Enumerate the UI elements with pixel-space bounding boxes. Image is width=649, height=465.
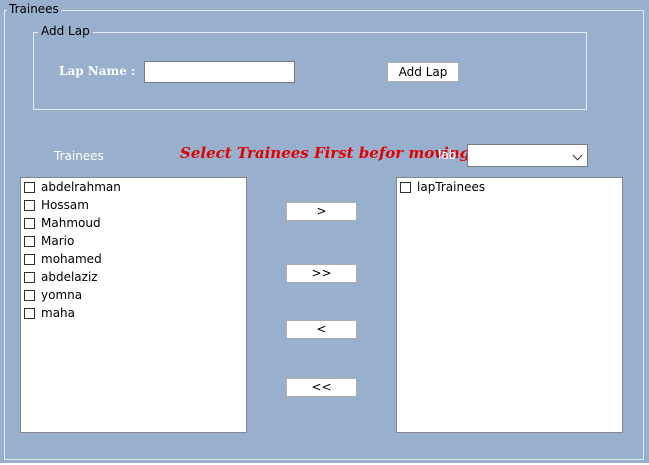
trainees-checklist[interactable]: abdelrahman Hossam Mahmoud Mario mohamed… (20, 177, 247, 433)
list-item[interactable]: Mario (23, 232, 74, 250)
list-item[interactable]: lapTrainees (399, 178, 485, 196)
list-item-label: Mahmoud (41, 216, 101, 230)
move-left-button[interactable]: < (286, 320, 357, 339)
move-all-left-button[interactable]: << (286, 378, 357, 397)
checkbox[interactable] (24, 199, 35, 211)
checkbox[interactable] (24, 181, 35, 193)
list-item[interactable]: Hossam (23, 196, 89, 214)
checkbox[interactable] (400, 181, 411, 193)
trainees-form: Trainees Add Lap Lap Name : Add Lap Trai… (0, 0, 649, 465)
move-right-button[interactable]: > (286, 202, 357, 221)
list-item[interactable]: Mahmoud (23, 214, 101, 232)
list-item[interactable]: yomna (23, 286, 82, 304)
checkbox[interactable] (24, 217, 35, 229)
lab-dropdown[interactable] (467, 144, 588, 167)
selection-warning: Select Trainees First befor moving (180, 144, 471, 162)
add-lap-legend: Add Lap (38, 24, 93, 39)
chevron-down-icon[interactable] (572, 150, 583, 161)
list-item-label: abdelrahman (41, 180, 121, 194)
checkbox[interactable] (24, 289, 35, 301)
trainees-group-title: Trainees (7, 2, 61, 16)
add-lap-button[interactable]: Add Lap (387, 62, 459, 82)
list-item-label: abdelaziz (41, 270, 98, 284)
list-item[interactable]: maha (23, 304, 75, 322)
checkbox[interactable] (24, 307, 35, 319)
lap-name-input[interactable] (144, 61, 295, 83)
move-all-right-button[interactable]: >> (286, 264, 357, 283)
list-item-label: Hossam (41, 198, 89, 212)
list-item[interactable]: mohamed (23, 250, 102, 268)
list-item-label: maha (41, 306, 76, 320)
list-item-label: Mario (41, 234, 75, 248)
list-item[interactable]: abdelrahman (23, 178, 121, 196)
list-item-label: yomna (41, 288, 83, 302)
list-item-label: lapTrainees (417, 180, 486, 194)
list-item[interactable]: abdelaziz (23, 268, 98, 286)
checkbox[interactable] (24, 253, 35, 265)
checkbox[interactable] (24, 271, 35, 283)
lab-trainees-checklist[interactable]: lapTrainees (396, 177, 623, 433)
list-item-label: mohamed (41, 252, 102, 266)
lab-label: lab (438, 148, 457, 162)
checkbox[interactable] (24, 235, 35, 247)
trainees-list-label: Trainees (54, 149, 104, 163)
lap-name-label: Lap Name : (59, 64, 136, 78)
